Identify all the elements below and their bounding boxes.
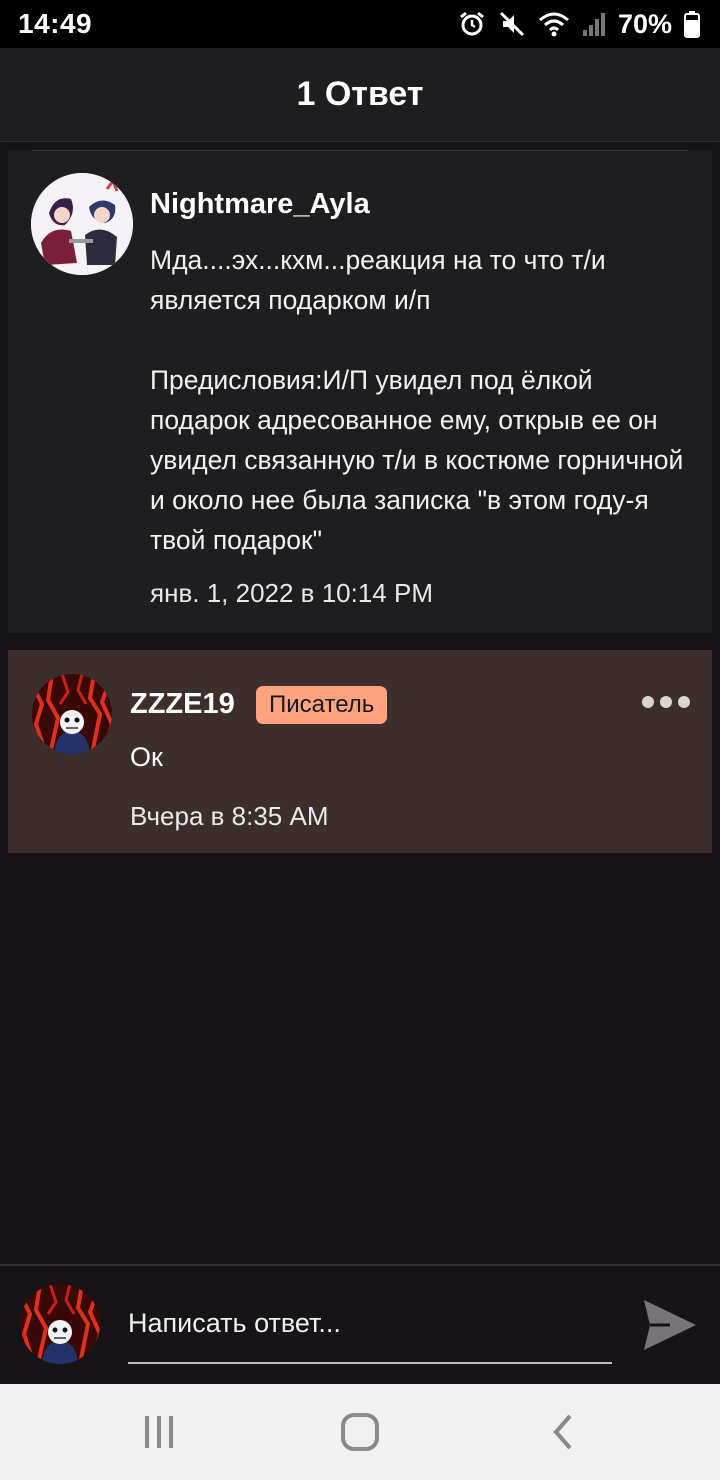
home-button[interactable] — [335, 1410, 385, 1454]
avatar[interactable] — [32, 674, 112, 754]
header: 1 Ответ — [0, 48, 720, 142]
divider — [32, 150, 688, 151]
comment-date: янв. 1, 2022 в 10:14 PM — [150, 578, 433, 608]
send-button[interactable] — [640, 1296, 700, 1354]
mute-icon — [499, 11, 525, 37]
status-time: 14:49 — [18, 8, 93, 39]
system-nav-bar — [0, 1384, 720, 1480]
alarm-icon — [460, 11, 484, 36]
battery-percent: 70% — [617, 8, 672, 39]
recent-apps-icon — [145, 1416, 173, 1448]
comment-text: Мда....эх...кхм...реакция на то что т/и … — [150, 245, 684, 555]
status-icons: 70% — [458, 9, 700, 40]
battery-icon — [684, 11, 700, 38]
dot — [678, 696, 690, 708]
reply-input[interactable] — [128, 1294, 612, 1364]
reply-text: Ок — [130, 742, 163, 772]
back-icon — [553, 1414, 572, 1450]
reply-item: ZZZE19 Писатель Ок Вчера в 8:35 AM — [8, 650, 712, 853]
original-comment: Nightmare_Ayla Мда....эх...кхм...реакция… — [8, 150, 712, 633]
wifi-icon — [538, 12, 569, 37]
dot — [660, 696, 672, 708]
avatar[interactable] — [31, 173, 133, 275]
dot — [642, 696, 654, 708]
signal-icon — [582, 13, 605, 36]
recent-apps-button[interactable] — [134, 1410, 184, 1454]
user-avatar — [20, 1284, 100, 1364]
reply-author[interactable]: ZZZE19 — [130, 688, 235, 721]
more-options-icon[interactable] — [642, 696, 690, 708]
back-button[interactable] — [538, 1410, 588, 1454]
send-icon — [644, 1300, 696, 1350]
home-icon — [341, 1413, 379, 1451]
role-badge: Писатель — [256, 686, 388, 724]
reply-date: Вчера в 8:35 AM — [130, 801, 329, 831]
page-title: 1 Ответ — [296, 75, 424, 113]
comment-author[interactable]: Nightmare_Ayla — [150, 188, 370, 221]
reply-composer — [0, 1264, 720, 1384]
status-bar: 14:49 70% — [0, 0, 720, 48]
